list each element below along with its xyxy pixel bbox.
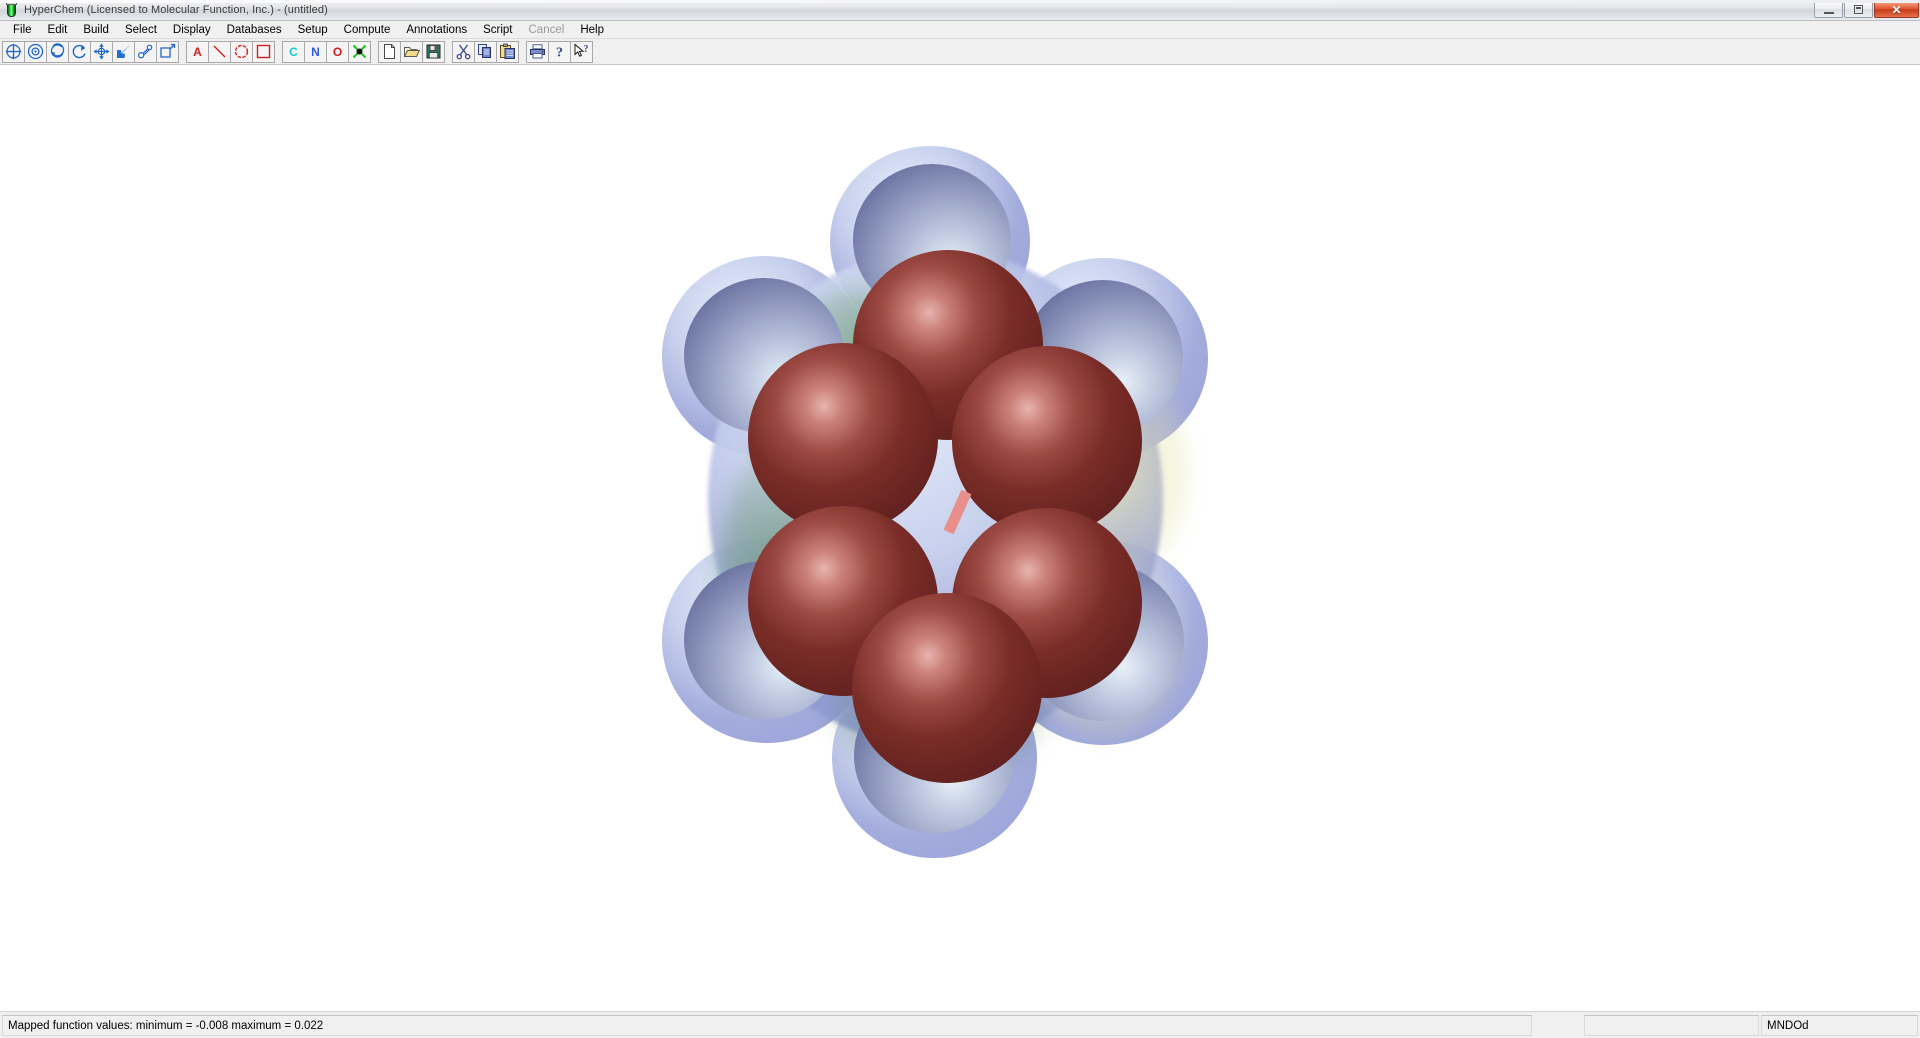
cut-scissors-icon[interactable] (452, 40, 475, 63)
zoom-arrow-icon[interactable] (112, 40, 135, 63)
status-progress-pane (1584, 1015, 1759, 1036)
magnify-circle-icon[interactable] (24, 40, 47, 63)
menu-annotations[interactable]: Annotations (398, 21, 475, 39)
close-button[interactable]: ✕ (1874, 1, 1919, 18)
zoom-box-icon[interactable] (156, 40, 179, 63)
text-a-icon[interactable]: A (186, 40, 209, 63)
window-titlebar: HyperChem (Licensed to Molecular Functio… (0, 0, 1920, 21)
menu-script[interactable]: Script (475, 21, 520, 39)
status-method-pane: MNDOd (1761, 1015, 1918, 1036)
menu-help[interactable]: Help (572, 21, 612, 39)
toolbar-separator-4 (444, 41, 452, 63)
molecule-viewport[interactable] (0, 65, 1920, 1011)
status-message: Mapped function values: minimum = -0.008… (2, 1015, 1532, 1036)
svg-text:?: ? (584, 44, 589, 55)
rotate-xy-icon[interactable] (46, 40, 69, 63)
circle-icon[interactable] (230, 40, 253, 63)
menu-setup[interactable]: Setup (290, 21, 336, 39)
help-question-icon[interactable]: ? (548, 40, 571, 63)
context-help-icon[interactable]: ? (570, 40, 593, 63)
save-disk-icon[interactable] (422, 40, 445, 63)
minimize-icon (1823, 11, 1834, 14)
menu-databases[interactable]: Databases (219, 21, 290, 39)
element-x-icon[interactable] (348, 40, 371, 63)
svg-text:?: ? (556, 46, 563, 61)
menu-display[interactable]: Display (165, 21, 219, 39)
toolbar: A C N O ? ? (0, 39, 1920, 65)
draw-bond-icon[interactable] (134, 40, 157, 63)
restore-icon (1854, 5, 1863, 14)
window-title: HyperChem (Licensed to Molecular Functio… (24, 4, 328, 16)
menu-edit[interactable]: Edit (40, 21, 76, 39)
copy-icon[interactable] (474, 40, 497, 63)
menu-build[interactable]: Build (75, 21, 117, 39)
paste-icon[interactable] (496, 40, 519, 63)
rectangle-icon[interactable] (252, 40, 275, 63)
element-c-icon[interactable]: C (282, 40, 305, 63)
benzene-molecule-render[interactable] (600, 138, 1320, 938)
toolbar-separator-2 (274, 41, 282, 63)
beaker-icon (4, 2, 20, 18)
window-controls: ✕ (1814, 1, 1919, 18)
menu-file[interactable]: File (5, 21, 40, 39)
carbon-atom-bottom (852, 593, 1042, 783)
element-o-icon[interactable]: O (326, 40, 349, 63)
toolbar-separator-3 (370, 41, 378, 63)
menu-cancel: Cancel (528, 23, 565, 36)
menubar: File Edit Build Select Display Databases… (0, 21, 1920, 39)
rotate-z-icon[interactable] (68, 40, 91, 63)
carbon-atom-top-left (748, 343, 938, 533)
menu-select[interactable]: Select (117, 21, 165, 39)
new-file-icon[interactable] (378, 40, 401, 63)
menu-compute[interactable]: Compute (336, 21, 399, 39)
close-icon: ✕ (1891, 2, 1902, 17)
restore-button[interactable] (1844, 1, 1873, 18)
statusbar: Mapped function values: minimum = -0.008… (0, 1011, 1920, 1038)
translate-arrows-icon[interactable] (90, 40, 113, 63)
status-spacer (1534, 1015, 1582, 1036)
minimize-button[interactable] (1814, 1, 1843, 18)
open-folder-icon[interactable] (400, 40, 423, 63)
toolbar-separator-5 (518, 41, 526, 63)
line-icon[interactable] (208, 40, 231, 63)
element-n-icon[interactable]: N (304, 40, 327, 63)
toolbar-separator-1 (178, 41, 186, 63)
print-icon[interactable] (526, 40, 549, 63)
select-crosshair-circle-icon[interactable] (2, 40, 25, 63)
